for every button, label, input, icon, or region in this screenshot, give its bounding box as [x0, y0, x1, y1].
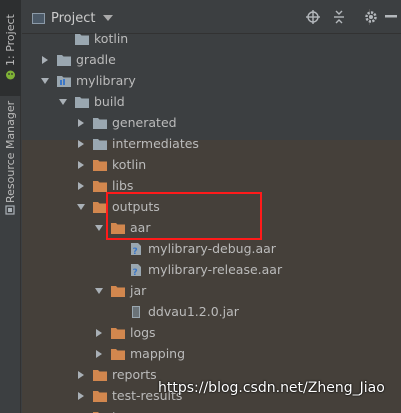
tree-item-gradle[interactable]: gradle: [22, 49, 401, 70]
chevron-down-icon: [103, 15, 114, 21]
collapse-arrow-icon[interactable]: [74, 200, 88, 214]
no-arrow-spacer: [110, 263, 124, 277]
file-unknown-icon: ?: [129, 242, 143, 257]
folder-gray-icon: [93, 138, 107, 150]
folder-gray-icon: [57, 54, 71, 66]
expand-arrow-icon[interactable]: [74, 137, 88, 151]
no-arrow-spacer: [56, 32, 70, 46]
tree-item-generated[interactable]: generated: [22, 112, 401, 133]
folder-orange-icon: [111, 285, 125, 297]
tree-item-kotlin[interactable]: kotlin: [22, 154, 401, 175]
tree-item-ddvau1-2-0-jar[interactable]: ddvau1.2.0.jar: [22, 301, 401, 322]
project-view-title: Project: [51, 10, 96, 26]
tree-item-label: tmp: [112, 409, 137, 413]
tree-item-label: gradle: [76, 52, 116, 67]
tree-item-mylibrary-debug-aar[interactable]: ? mylibrary-debug.aar: [22, 238, 401, 259]
tree-item-logs[interactable]: logs: [22, 322, 401, 343]
folder-orange-icon: [111, 348, 125, 360]
expand-arrow-icon[interactable]: [74, 116, 88, 130]
folder-orange-icon: [93, 159, 107, 171]
android-icon: [6, 70, 15, 80]
tool-window-strip: 1: Project Resource Manager: [0, 0, 21, 413]
expand-arrow-icon[interactable]: [74, 389, 88, 403]
hide-icon[interactable]: [382, 8, 400, 26]
tree-item-label: mylibrary-debug.aar: [148, 241, 276, 256]
project-view-icon: [32, 12, 45, 24]
tree-item-label: generated: [112, 115, 177, 130]
resource-manager-icon: [5, 205, 15, 215]
tree-item-label: intermediates: [112, 136, 199, 151]
tree-item-tmp[interactable]: tmp: [22, 406, 401, 413]
svg-text:?: ?: [133, 268, 138, 276]
tree-item-label: build: [94, 94, 125, 109]
tree-item-intermediates[interactable]: intermediates: [22, 133, 401, 154]
file-jar-icon: [129, 305, 143, 318]
expand-arrow-icon[interactable]: [74, 158, 88, 172]
tree-item-build[interactable]: build: [22, 91, 401, 112]
folder-orange-icon: [111, 327, 125, 339]
tree-item-label: ddvau1.2.0.jar: [148, 304, 239, 319]
highlight-box: [106, 192, 262, 240]
no-arrow-spacer: [110, 242, 124, 256]
tree-item-label: kotlin: [112, 157, 147, 172]
folder-orange-icon: [93, 390, 107, 402]
tree-item-label: mylibrary-release.aar: [148, 262, 283, 277]
expand-arrow-icon[interactable]: [74, 410, 88, 413]
tree-item-label: mapping: [130, 346, 186, 361]
target-icon[interactable]: [304, 8, 322, 26]
tree-item-label: kotlin: [94, 31, 129, 46]
gear-icon[interactable]: [362, 8, 380, 26]
file-unknown-icon: ?: [129, 263, 143, 278]
tree-item-mapping[interactable]: mapping: [22, 343, 401, 364]
expand-arrow-icon[interactable]: [74, 368, 88, 382]
tree-item-label: mylibrary: [76, 73, 136, 88]
tree-item-kotlin[interactable]: kotlin: [22, 28, 401, 49]
resource-manager-tab[interactable]: Resource Manager: [0, 98, 21, 222]
project-tab-label: 1: Project: [4, 14, 17, 66]
expand-arrow-icon[interactable]: [38, 53, 52, 67]
watermark: https://blog.csdn.net/Zheng_Jiao: [158, 380, 385, 396]
project-tool-tab[interactable]: 1: Project: [0, 0, 21, 96]
tree-item-mylibrary[interactable]: mylibrary: [22, 70, 401, 91]
expand-arrow-icon[interactable]: [74, 179, 88, 193]
collapse-arrow-icon[interactable]: [38, 74, 52, 88]
tree-item-label: reports: [112, 367, 157, 382]
resource-manager-label: Resource Manager: [4, 100, 17, 203]
collapse-arrow-icon[interactable]: [92, 284, 106, 298]
expand-arrow-icon[interactable]: [92, 326, 106, 340]
no-arrow-spacer: [110, 305, 124, 319]
collapse-arrow-icon[interactable]: [92, 221, 106, 235]
folder-gray-icon: [93, 117, 107, 129]
folder-orange-icon: [93, 369, 107, 381]
project-view-selector[interactable]: Project: [32, 9, 114, 27]
tree-item-label: logs: [130, 325, 156, 340]
tree-item-label: jar: [130, 283, 147, 298]
svg-text:?: ?: [133, 247, 138, 255]
tree-item-jar[interactable]: jar: [22, 280, 401, 301]
collapse-arrow-icon[interactable]: [56, 95, 70, 109]
collapse-icon[interactable]: [330, 8, 348, 26]
folder-gray-icon: [75, 96, 89, 108]
folder-orange-icon: [93, 180, 107, 192]
tree-item-mylibrary-release-aar[interactable]: ? mylibrary-release.aar: [22, 259, 401, 280]
folder-gray-icon: [75, 33, 89, 45]
expand-arrow-icon[interactable]: [92, 347, 106, 361]
folder-module-icon: [57, 75, 71, 87]
folder-orange-icon: [93, 201, 107, 213]
tree-item-label: libs: [112, 178, 134, 193]
